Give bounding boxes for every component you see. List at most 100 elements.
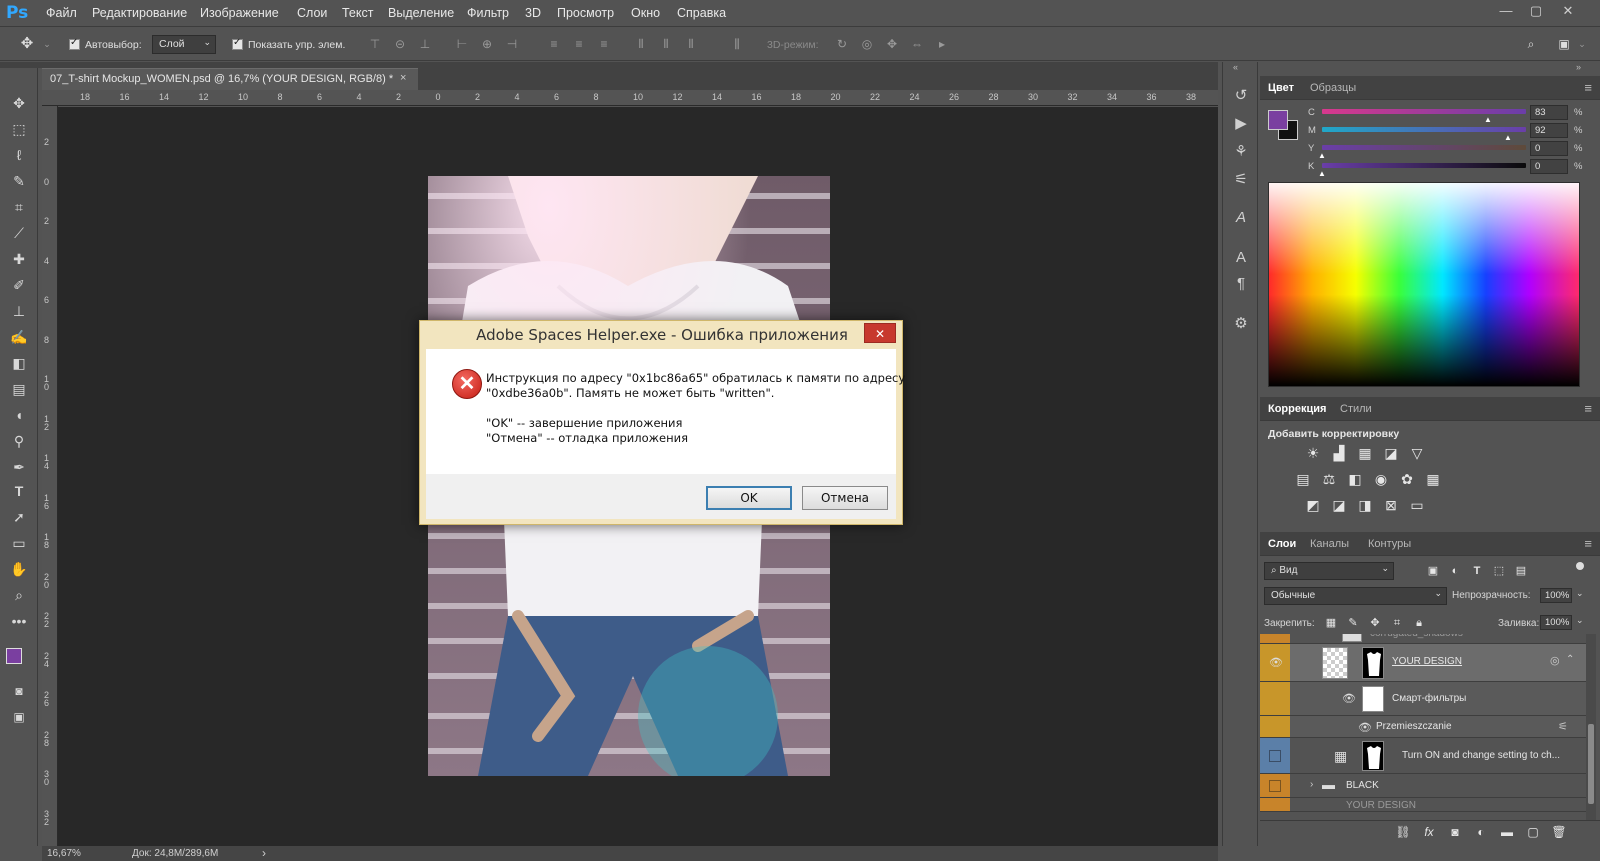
hand-tool-icon[interactable]: ✋ [8,558,30,580]
quick-mask-icon[interactable]: ◙ [8,680,30,702]
brush-presets-icon[interactable]: ⚘ [1231,142,1251,162]
brush-tool-icon[interactable]: ✐ [8,274,30,296]
color-balance-icon[interactable]: ⚖ [1320,470,1338,488]
type-tool-icon[interactable]: T [8,480,30,502]
autoselect-select[interactable]: Слой ⌄ [152,35,216,54]
channel-k-value[interactable]: 0 [1530,159,1568,174]
chevron-down-icon[interactable]: ⌄ [40,37,54,51]
invert-icon[interactable]: ◩ [1304,496,1322,514]
healing-tool-icon[interactable]: ✚ [8,248,30,270]
channel-y-handle[interactable]: ▲ [1318,151,1326,160]
maximize-button[interactable]: ▢ [1524,3,1548,21]
vibrance-icon[interactable]: ▽ [1408,444,1426,462]
visibility-toggle-off[interactable] [1269,780,1281,792]
character-styles-icon[interactable]: A [1231,248,1251,268]
levels-icon[interactable]: ▟ [1330,444,1348,462]
distribute-right-icon[interactable]: ⫴ [684,37,698,51]
zoom-level[interactable]: 16,67% [47,848,81,859]
tab-layers[interactable]: Слои [1268,538,1296,550]
layer-row-selected[interactable]: 👁︎ YOUR DESIGN ◎ ⌃ [1260,644,1586,682]
collapse-panels-icon[interactable]: » [1576,62,1581,72]
align-bottom-icon[interactable]: ⊥ [418,37,432,51]
tab-paths[interactable]: Контуры [1368,538,1411,550]
menu-help[interactable]: Справка [677,6,726,20]
smart-filter-badge-icon[interactable]: ◎ [1550,654,1560,667]
tab-color[interactable]: Цвет [1268,82,1294,94]
lasso-tool-icon[interactable]: ℓ [8,144,30,166]
minimize-button[interactable]: — [1494,3,1518,21]
orbit-3d-icon[interactable]: ↻ [835,37,849,51]
actions-panel-icon[interactable]: ▶ [1231,114,1251,134]
menu-3d[interactable]: 3D [525,6,541,20]
chevron-down-icon[interactable]: ⌄ [1576,615,1584,626]
filter-item-row[interactable]: 👁︎ Przemieszczanie ⚟ [1260,716,1586,738]
align-left-icon[interactable]: ⊢ [455,37,469,51]
channel-k-handle[interactable]: ▲ [1318,169,1326,178]
quick-select-tool-icon[interactable]: ✎ [8,170,30,192]
dialog-close-button[interactable]: ✕ [864,323,896,343]
channel-m-value[interactable]: 92 [1530,123,1568,138]
curves-icon[interactable]: ▦ [1356,444,1374,462]
smart-filters-row[interactable]: 👁︎ Смарт-фильтры [1260,682,1586,716]
search-icon[interactable]: ⌕ [1524,37,1538,51]
layer-row[interactable]: ▦ Turn ON and change setting to ch... [1260,738,1586,774]
exposure-icon[interactable]: ◪ [1382,444,1400,462]
screen-mode-icon[interactable]: ▣ [8,706,30,728]
history-panel-icon[interactable]: ↺ [1231,86,1251,106]
delete-layer-icon[interactable]: 🗑︎ [1550,823,1568,841]
filter-adjustment-icon[interactable]: ◐ [1446,562,1464,580]
gradient-tool-icon[interactable]: ▤ [8,378,30,400]
layers-scrollbar[interactable] [1586,634,1596,834]
pan-3d-icon[interactable]: ✥ [885,37,899,51]
close-window-button[interactable]: ✕ [1556,3,1580,21]
lock-pixels-icon[interactable]: ✎ [1344,614,1362,632]
chevron-right-icon[interactable]: › [1310,779,1313,790]
add-mask-icon[interactable]: ◙ [1446,823,1464,841]
move-tool-icon[interactable]: ✥ [8,92,30,114]
filter-toggle[interactable] [1576,562,1584,570]
fx-icon[interactable]: fx [1420,823,1438,841]
character-panel-icon[interactable]: A [1231,208,1251,228]
channel-c-value[interactable]: 83 [1530,105,1568,120]
clone-stamp-tool-icon[interactable]: ⊥ [8,300,30,322]
distribute-bottom-icon[interactable]: ≡ [597,37,611,51]
channel-c-handle[interactable]: ▲ [1484,115,1492,124]
black-white-icon[interactable]: ◧ [1346,470,1364,488]
roll-3d-icon[interactable]: ◎ [860,37,874,51]
history-brush-tool-icon[interactable]: ✍ [8,326,30,348]
collapse-dock-icon[interactable]: « [1233,62,1238,72]
menu-filter[interactable]: Фильтр [467,6,509,20]
lock-artboard-icon[interactable]: ⌗ [1388,614,1406,632]
pen-tool-icon[interactable]: ✒ [8,456,30,478]
auto-align-icon[interactable]: ⫼ [730,37,744,51]
rectangle-tool-icon[interactable]: ▭ [8,532,30,554]
scale-3d-icon[interactable]: ▸ [935,37,949,51]
layer-row[interactable]: corrugated_shadows [1260,634,1586,644]
paragraph-panel-icon[interactable]: ¶ [1231,274,1251,294]
photo-filter-icon[interactable]: ◉ [1372,470,1390,488]
eye-icon[interactable]: 👁︎ [1342,692,1356,705]
eye-icon[interactable]: 👁︎ [1269,656,1283,669]
distribute-top-icon[interactable]: ≡ [547,37,561,51]
crop-tool-icon[interactable]: ⌗ [8,196,30,218]
distribute-left-icon[interactable]: ⫴ [634,37,648,51]
cancel-button[interactable]: Отмена [802,486,888,510]
menu-select[interactable]: Выделение [388,6,454,20]
autoselect-checkbox[interactable] [69,37,80,50]
color-lookup-icon[interactable]: ▦ [1424,470,1442,488]
adjustments-icon[interactable]: ⚟ [1231,170,1251,190]
slide-3d-icon[interactable]: ⇔ [910,37,924,51]
panel-menu-icon[interactable]: ≡ [1584,80,1592,95]
ok-button[interactable]: OK [706,486,792,510]
new-adjustment-icon[interactable]: ◐ [1472,823,1490,841]
panel-menu-icon[interactable]: ≡ [1584,536,1592,551]
tab-channels[interactable]: Каналы [1310,538,1349,550]
distribute-vcenter-icon[interactable]: ≡ [572,37,586,51]
chevron-up-icon[interactable]: ⌃ [1566,654,1574,665]
lock-position-icon[interactable]: ✥ [1366,614,1384,632]
chevron-down-icon[interactable]: ⌄ [1575,37,1589,51]
dodge-tool-icon[interactable]: ⚲ [8,430,30,452]
zoom-tool-icon[interactable]: ⌕ [8,584,30,606]
ruler-horizontal[interactable]: 18 16 14 12 10 8 6 4 2 0 2 4 6 8 10 12 14 16 18 20 22 24 26 28 3… [42,90,1218,106]
menu-window[interactable]: Окно [631,6,660,20]
